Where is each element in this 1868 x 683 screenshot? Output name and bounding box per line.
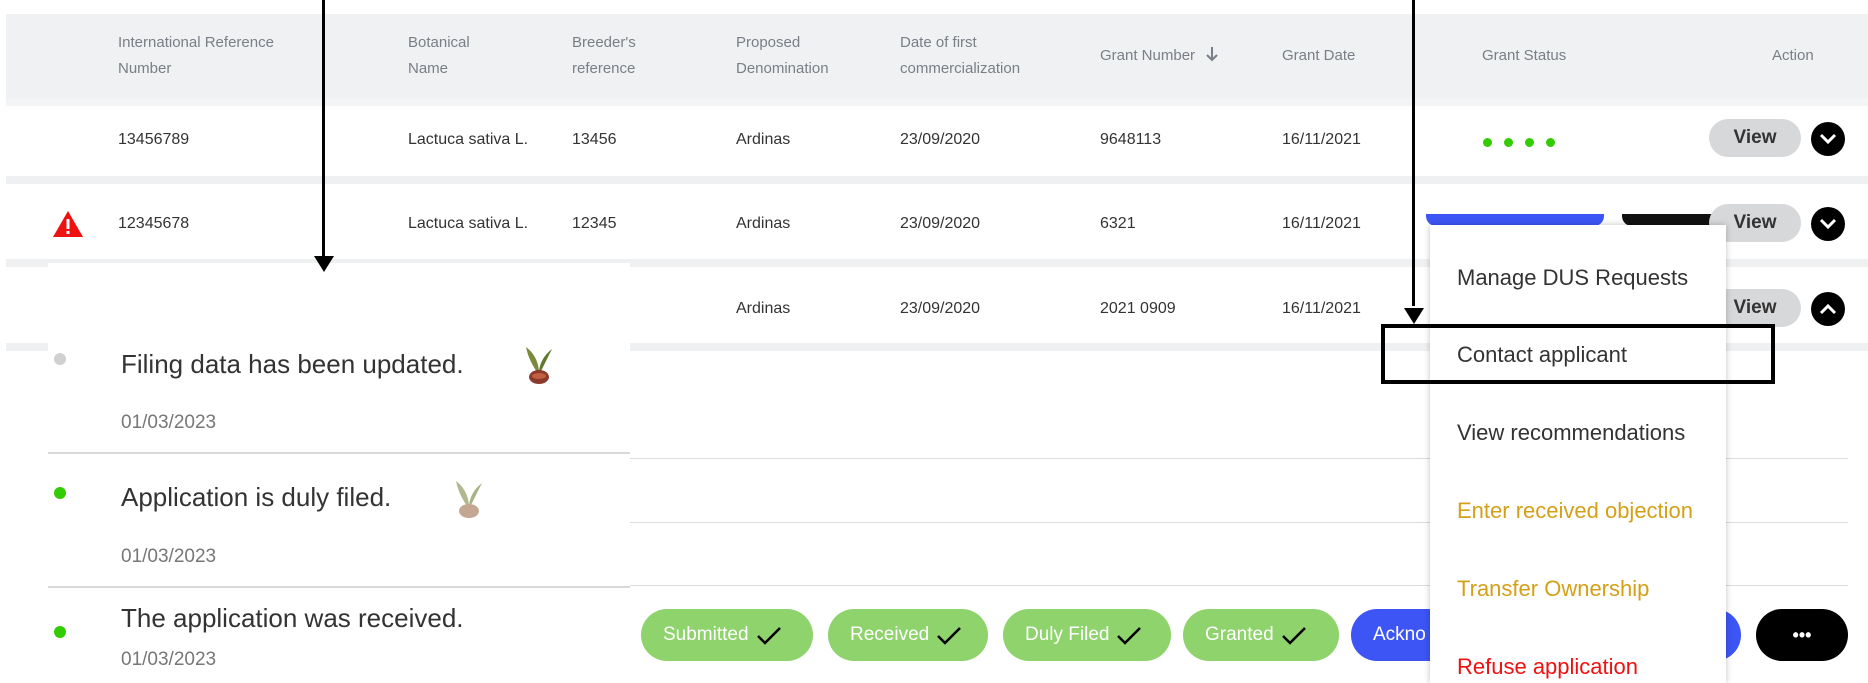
history-timeline-panel: Filing data has been updated. 01/03/2023… [48, 263, 630, 683]
header-international-reference: International Reference Number [118, 34, 274, 77]
timeline-event-title: Application is duly filed. [121, 482, 392, 512]
chevron-up-icon [1819, 303, 1837, 315]
row-collapse-button[interactable] [1811, 292, 1845, 326]
header-grant-date: Grant Date [1282, 47, 1356, 64]
timeline-event-title: Filing data has been updated. [121, 349, 464, 379]
annotation-arrow-right-shaft [1412, 0, 1415, 306]
timeline-event-date: 01/03/2023 [121, 649, 217, 670]
cell-grant-number: 9648113 [1100, 131, 1162, 148]
menu-item-enter-received-objection[interactable]: Enter received objection [1457, 498, 1693, 524]
cell-date: 23/09/2020 [900, 215, 981, 232]
menu-item-transfer-ownership[interactable]: Transfer Ownership [1457, 576, 1649, 602]
header-grant-number-label: Grant Number [1100, 47, 1196, 64]
cell-breeder: 12345 [572, 215, 617, 232]
menu-item-manage-dus-requests[interactable]: Manage DUS Requests [1457, 265, 1688, 291]
row-separator [6, 98, 1868, 106]
warning-icon [53, 211, 83, 237]
cell-date: 23/09/2020 [900, 300, 981, 317]
plant-seedling-icon [526, 347, 552, 384]
plant-seedling-icon [456, 481, 482, 518]
header-botanical-name: Botanical Name [408, 34, 470, 77]
status-dot [1483, 138, 1492, 147]
timeline-divider [48, 586, 630, 588]
row-expand-button[interactable] [1811, 207, 1845, 241]
checkmark-icon [937, 627, 962, 645]
header-grant-status: Grant Status [1482, 47, 1567, 64]
cell-grant-number: 2021 0909 [1100, 300, 1176, 317]
grant-status-dots [1483, 134, 1567, 152]
cell-grant-date: 16/11/2021 [1282, 131, 1361, 148]
chip-label: Received [850, 624, 930, 645]
cell-date: 23/09/2020 [900, 131, 981, 148]
menu-item-view-recommendations[interactable]: View recommendations [1457, 420, 1685, 446]
header-grant-number[interactable]: Grant Number [1100, 43, 1219, 69]
cell-grant-date: 16/11/2021 [1282, 215, 1361, 232]
timeline-divider [48, 452, 630, 454]
checkmark-icon [1281, 627, 1306, 645]
header-action: Action [1772, 47, 1814, 64]
annotation-arrow-left-head [314, 256, 334, 272]
ellipsis-icon: ••• [1792, 624, 1812, 645]
status-chip-duly-filed: Duly Filed [1003, 609, 1171, 661]
cell-denomination: Ardinas [736, 131, 791, 148]
cell-botanical: Lactuca sativa L. [408, 131, 529, 148]
chip-label: Submitted [663, 624, 749, 645]
cell-breeder: 13456 [572, 131, 617, 148]
action-dropdown-menu: Manage DUS Requests Contact applicant Vi… [1430, 225, 1726, 683]
more-actions-button[interactable]: ••• [1756, 609, 1848, 661]
header-breeders-reference: Breeder's reference [572, 34, 636, 77]
status-chip-granted: Granted [1183, 609, 1339, 661]
timeline-event-date: 01/03/2023 [121, 546, 217, 567]
row-separator [6, 176, 1868, 184]
cell-botanical: Lactuca sativa L. [408, 215, 529, 232]
row-expand-button[interactable] [1811, 122, 1845, 156]
chip-label: Granted [1205, 624, 1274, 645]
checkmark-icon [1117, 627, 1142, 645]
timeline-bullet-green [54, 487, 66, 499]
timeline-bullet-grey [54, 353, 66, 365]
chevron-down-icon [1819, 133, 1837, 145]
cell-grant-number: 6321 [1100, 215, 1136, 232]
chevron-down-icon [1819, 218, 1837, 230]
header-date-first-commercialization: Date of first commercialization [900, 34, 1021, 77]
header-proposed-denomination: Proposed Denomination [736, 34, 829, 77]
status-chip-submitted: Submitted [641, 609, 813, 661]
sort-down-arrow-icon[interactable] [1205, 46, 1219, 62]
status-chip-received: Received [828, 609, 988, 661]
status-dot [1504, 138, 1513, 147]
chip-label: Duly Filed [1025, 624, 1110, 645]
checkmark-icon [756, 627, 781, 645]
menu-item-refuse-application[interactable]: Refuse application [1457, 654, 1638, 680]
chip-label: Ackno [1373, 624, 1426, 645]
cell-grant-date: 16/11/2021 [1282, 300, 1361, 317]
highlight-box [1381, 324, 1775, 384]
cell-reference: 12345678 [118, 215, 190, 232]
cell-reference: 13456789 [118, 131, 190, 148]
cell-denomination: Ardinas [736, 300, 791, 317]
cell-denomination: Ardinas [736, 215, 791, 232]
annotation-arrow-right-head [1404, 308, 1424, 324]
view-button[interactable]: View [1709, 119, 1801, 157]
timeline-event-title: The application was received. [121, 603, 464, 633]
annotation-arrow-left-shaft [322, 0, 325, 258]
timeline-bullet-green [54, 626, 66, 638]
timeline-event-date: 01/03/2023 [121, 412, 217, 433]
status-dot [1525, 138, 1534, 147]
status-dot [1546, 138, 1555, 147]
